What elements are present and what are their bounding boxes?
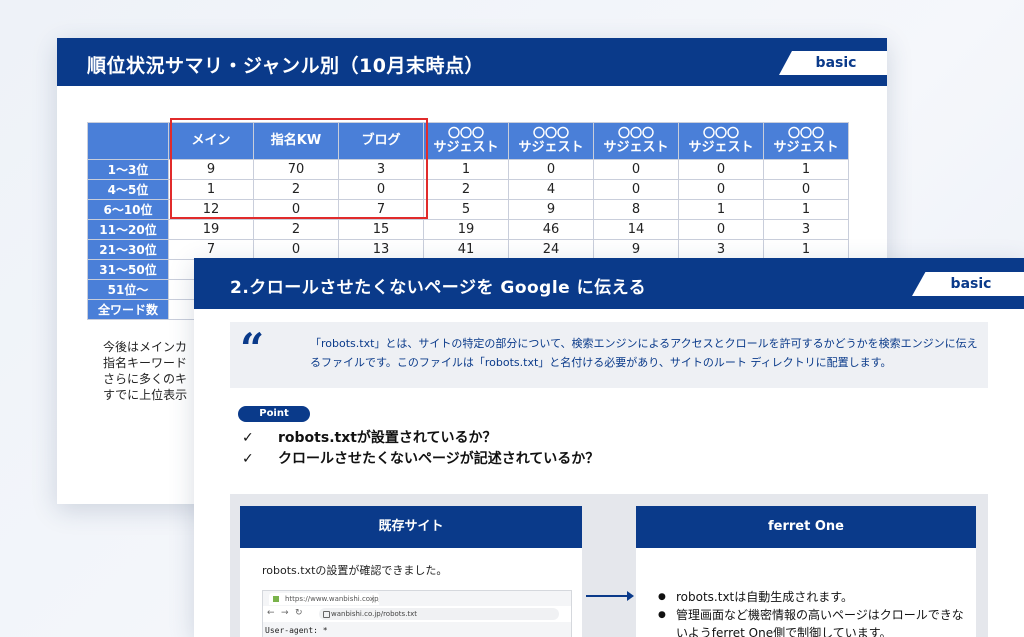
comparison-area: 既存サイト robots.txtの設置が確認できました。 https://www…	[230, 494, 988, 637]
close-icon: ×	[369, 595, 375, 603]
row-label: 6～10位	[87, 199, 169, 220]
note-text: 今後はメインカ 指名キーワード さらに多くのキ すでに上位表示	[103, 340, 188, 402]
table-cell: 0	[508, 159, 594, 180]
robots-code-line: User-agent: *	[265, 626, 328, 635]
arrow-icon	[586, 591, 634, 601]
row-label: 31～50位	[87, 259, 169, 280]
front-slide-badge: basic	[912, 272, 1024, 296]
point-badge: Point	[238, 406, 310, 422]
existing-site-text: robots.txtの設置が確認できました。	[262, 564, 448, 577]
browser-screenshot: https://www.wanbishi.co.jp/robo × ← → ↻ …	[262, 590, 572, 637]
check-item: ✓ クロールさせたくないページが記述されているか？	[242, 449, 599, 470]
existing-site-title: 既存サイト	[240, 506, 582, 548]
check-icon: ✓	[242, 451, 254, 467]
table-cell: 2	[253, 219, 339, 240]
table-cell: 4	[508, 179, 594, 200]
forward-arrow-icon: →	[281, 608, 289, 618]
table-cell: 0	[678, 219, 764, 240]
browser-nav-bar: ← → ↻ wanbishi.co.jp/robots.txt	[263, 606, 571, 622]
column-header: 〇〇〇 サジェスト	[593, 122, 679, 160]
lock-icon	[323, 611, 330, 618]
check-item: ✓ robots.txtが設置されているか？	[242, 428, 599, 449]
table-cell: 1	[763, 239, 849, 260]
url-bar: wanbishi.co.jp/robots.txt	[319, 608, 559, 620]
quote-text: 「robots.txt」とは、サイトの特定の部分について、検索エンジンによるアク…	[310, 337, 978, 369]
table-cell: 1	[423, 159, 509, 180]
table-cell: 46	[508, 219, 594, 240]
row-label: 4～5位	[87, 179, 169, 200]
check-icon: ✓	[242, 430, 254, 446]
quote-box: “ 「robots.txt」とは、サイトの特定の部分について、検索エンジンによる…	[230, 322, 988, 388]
table-cell: 19	[168, 219, 254, 240]
table-row: 11～20位 19 2 15 19 46 14 0 3	[87, 219, 849, 240]
table-cell: 0	[253, 239, 339, 260]
quote-icon: “	[240, 324, 265, 373]
table-cell: 1	[763, 199, 849, 220]
table-cell: 3	[678, 239, 764, 260]
front-slide: 2.クロールさせたくないページを Google に伝える basic “ 「ro…	[194, 258, 1024, 637]
reload-icon: ↻	[295, 608, 303, 618]
browser-tab: https://www.wanbishi.co.jp/robo ×	[269, 593, 379, 605]
row-label: 1～3位	[87, 159, 169, 180]
back-arrow-icon: ←	[267, 608, 275, 618]
table-cell: 2	[423, 179, 509, 200]
table-cell: 0	[593, 159, 679, 180]
row-label: 21～30位	[87, 239, 169, 260]
table-cell: 9	[593, 239, 679, 260]
front-slide-title: 2.クロールさせたくないページを Google に伝える	[230, 278, 647, 298]
column-header: 〇〇〇 サジェスト	[508, 122, 594, 160]
table-cell: 5	[423, 199, 509, 220]
table-cell: 0	[678, 179, 764, 200]
table-cell: 1	[763, 159, 849, 180]
column-header: 〇〇〇 サジェスト	[678, 122, 764, 160]
table-cell: 15	[338, 219, 424, 240]
table-cell: 41	[423, 239, 509, 260]
table-cell: 9	[508, 199, 594, 220]
column-header: 〇〇〇 サジェスト	[423, 122, 509, 160]
table-cell: 0	[763, 179, 849, 200]
table-cell: 13	[338, 239, 424, 260]
ferret-one-bullets: robots.txtは自動生成されます。 管理画面など機密情報の高いページはクロ…	[658, 588, 968, 637]
table-cell: 24	[508, 239, 594, 260]
highlight-box	[170, 118, 428, 219]
ferret-one-title: ferret One	[636, 506, 976, 548]
table-cell: 19	[423, 219, 509, 240]
bullet-item: 管理画面など機密情報の高いページはクロールできないようferret One側で制…	[658, 606, 968, 637]
table-cell: 7	[168, 239, 254, 260]
back-slide-header: 順位状況サマリ・ジャンル別（10月末時点） basic	[57, 38, 887, 86]
ferret-one-panel: ferret One robots.txtは自動生成されます。 管理画面など機密…	[636, 506, 976, 637]
check-list: ✓ robots.txtが設置されているか？ ✓ クロールさせたくないページが記述さ…	[242, 428, 599, 470]
table-cell: 3	[763, 219, 849, 240]
table-row: 21～30位 7 0 13 41 24 9 3 1	[87, 239, 849, 260]
table-cell: 0	[678, 159, 764, 180]
front-slide-header: 2.クロールさせたくないページを Google に伝える basic	[194, 258, 1024, 309]
table-cell: 1	[678, 199, 764, 220]
back-slide-title: 順位状況サマリ・ジャンル別（10月末時点）	[87, 55, 484, 77]
table-corner-cell	[87, 122, 169, 160]
row-label: 51位～	[87, 279, 169, 300]
back-slide-badge: basic	[779, 51, 887, 75]
column-header: 〇〇〇 サジェスト	[763, 122, 849, 160]
row-label: 全ワード数	[87, 299, 169, 320]
table-cell: 14	[593, 219, 679, 240]
table-cell: 0	[593, 179, 679, 200]
row-label: 11～20位	[87, 219, 169, 240]
table-cell: 8	[593, 199, 679, 220]
existing-site-panel: 既存サイト robots.txtの設置が確認できました。 https://www…	[240, 506, 582, 637]
favicon-icon	[273, 596, 279, 602]
bullet-item: robots.txtは自動生成されます。	[658, 588, 968, 606]
